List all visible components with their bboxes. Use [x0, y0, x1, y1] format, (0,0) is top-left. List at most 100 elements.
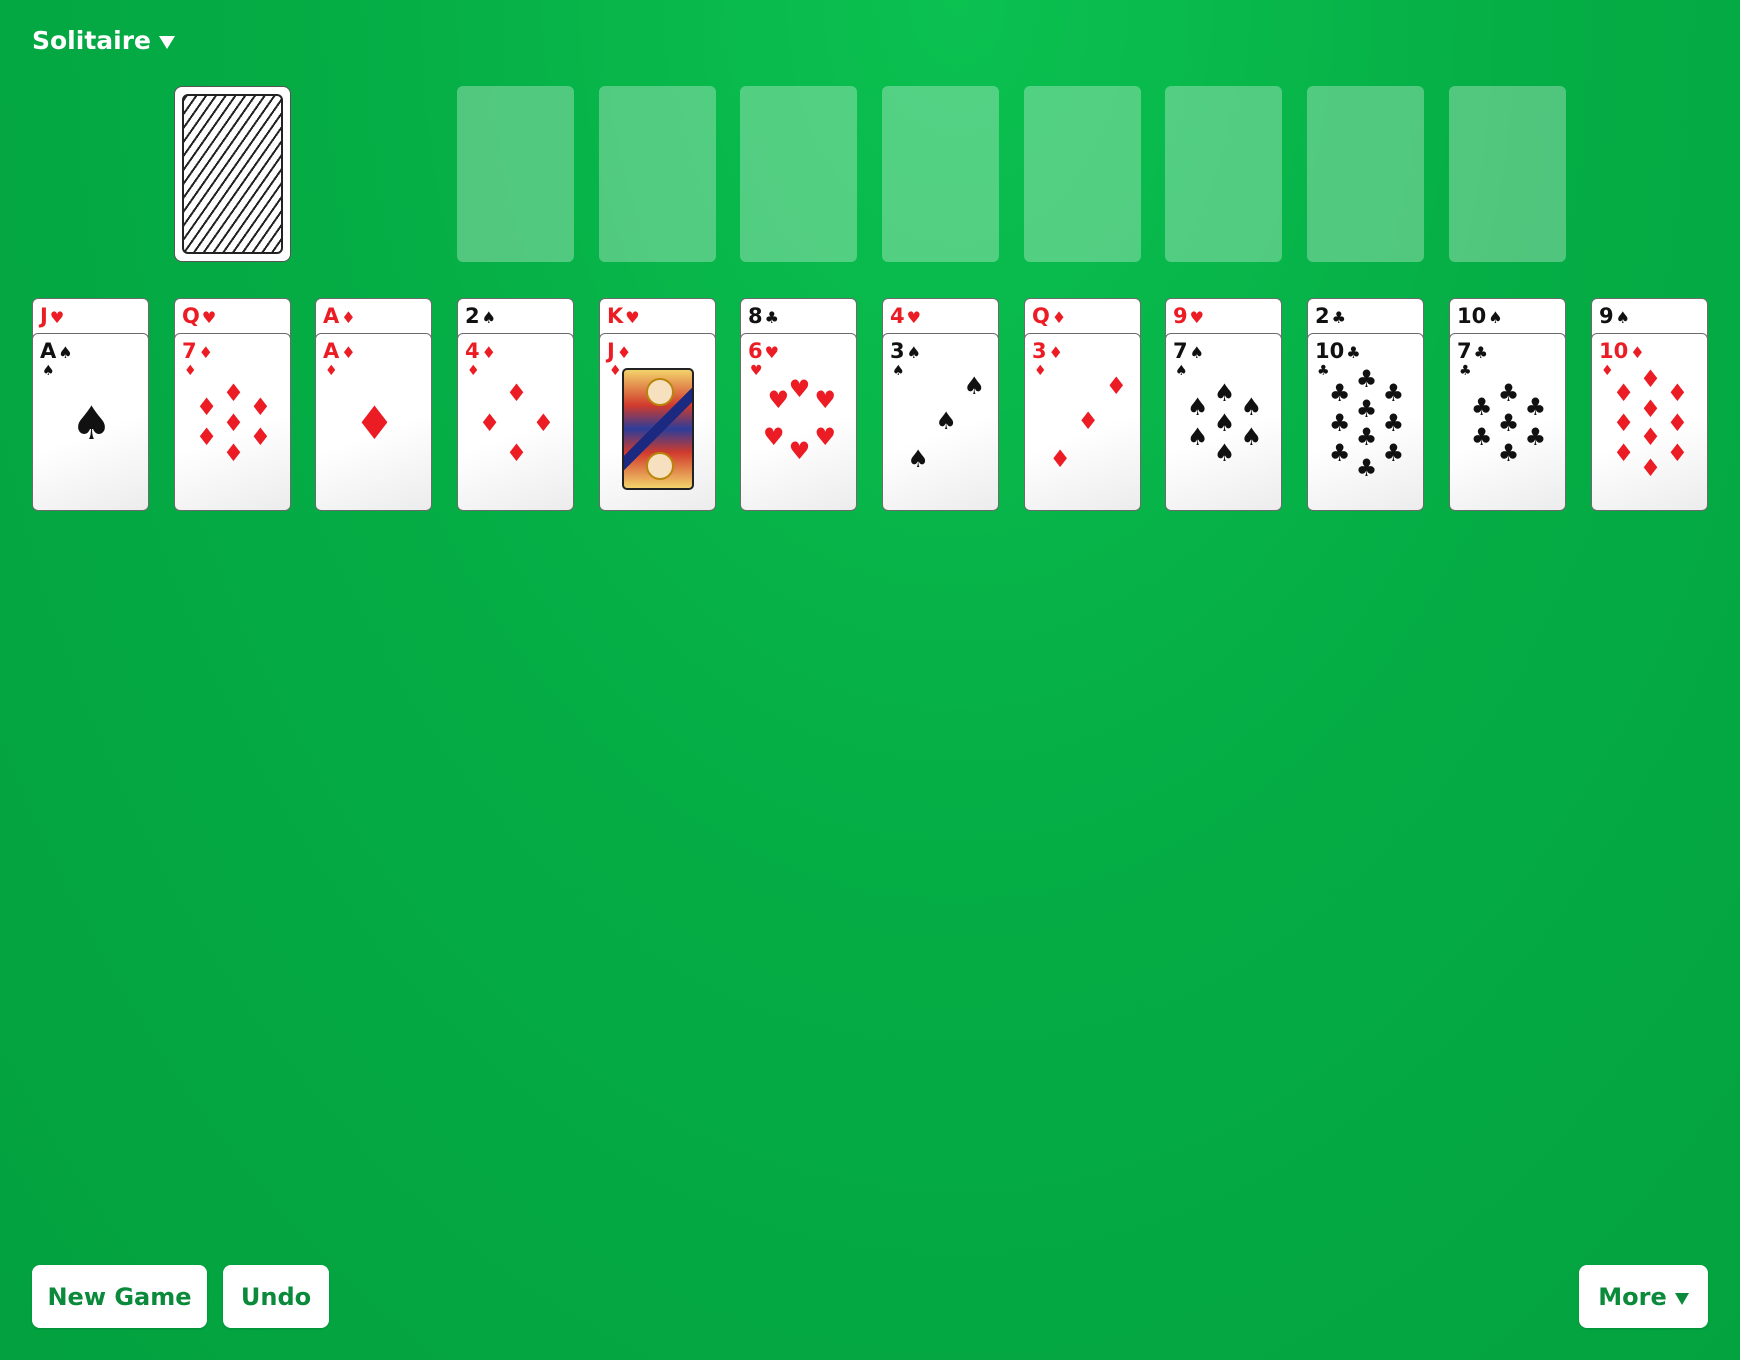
foundation-slot[interactable] — [1165, 86, 1282, 262]
clubs-suit-icon: ♣ — [1317, 363, 1330, 379]
playing-card[interactable]: 7 ♣ ♣ ♣ ♣ ♣ ♣ ♣ ♣ ♣ — [1449, 333, 1566, 511]
card-rank: 9 ♠ — [1599, 305, 1630, 329]
card-rank: 2 ♣ — [1315, 305, 1346, 329]
clubs-pip-icon: ♣ — [1355, 364, 1378, 393]
diamonds-suit-icon: ♦ — [609, 363, 622, 379]
playing-card[interactable]: A ♦ ♦ ♦ — [315, 333, 432, 511]
diamonds-pip-icon: ♦ — [222, 378, 245, 407]
spades-pip-icon: ♠ — [1213, 378, 1236, 407]
hearts-suit-icon: ♥ — [764, 343, 779, 362]
rank-text: A — [323, 339, 340, 363]
foundation-slot[interactable] — [1024, 86, 1141, 262]
playing-card[interactable]: 7 ♠ ♠ ♠ ♠ ♠ ♠ ♠ ♠ ♠ — [1165, 333, 1282, 511]
hearts-pip-icon: ♥ — [788, 375, 811, 404]
card-rank: 2 ♠ — [465, 305, 496, 329]
hearts-suit-icon: ♥ — [201, 308, 217, 327]
game-title: Solitaire — [32, 26, 151, 55]
hearts-suit-icon: ♥ — [625, 308, 640, 327]
spades-suit-icon: ♠ — [42, 363, 55, 379]
diamonds-suit-icon: ♦ — [467, 363, 480, 379]
diamonds-pip-icon: ♦ — [222, 439, 245, 468]
card-rank: 7 ♠ — [1173, 340, 1204, 364]
card-rank: 8 ♣ — [748, 305, 779, 329]
foundation-slot[interactable] — [457, 86, 574, 262]
playing-card[interactable]: 3 ♦ ♦ ♦ ♦ ♦ — [1024, 333, 1141, 511]
card-rank: J ♥ — [40, 305, 64, 329]
diamonds-pip-icon: ♦ — [505, 439, 528, 468]
stock-pile[interactable] — [174, 86, 291, 262]
diamonds-pip-icon: ♦ — [1077, 407, 1099, 436]
clubs-pip-icon: ♣ — [1470, 392, 1493, 421]
clubs-suit-icon: ♣ — [1346, 343, 1361, 362]
rank-text: 3 — [1032, 339, 1047, 363]
foundation-slot[interactable] — [740, 86, 857, 262]
foundation-slot[interactable] — [1307, 86, 1424, 262]
card-rank: Q ♥ — [182, 305, 216, 329]
foundation-slot[interactable] — [882, 86, 999, 262]
rank-text: 4 — [465, 339, 480, 363]
spades-suit-icon: ♠ — [1488, 308, 1503, 327]
diamonds-suit-icon: ♦ — [1048, 343, 1063, 362]
foundation-slot[interactable] — [599, 86, 716, 262]
rank-text: Q — [182, 304, 200, 328]
foundation-slot[interactable] — [1449, 86, 1566, 262]
card-rank: A ♦ — [323, 305, 356, 329]
playing-card[interactable]: J ♦ ♦ — [599, 333, 716, 511]
diamonds-pip-icon: ♦ — [1639, 364, 1662, 393]
game-select-menu[interactable]: Solitaire — [32, 26, 175, 55]
diamonds-suit-icon: ♦ — [1630, 343, 1645, 362]
diamonds-pip-icon: ♦ — [1666, 378, 1689, 407]
rank-text: 9 — [1599, 304, 1614, 328]
diamonds-suit-icon: ♦ — [341, 308, 356, 327]
card-rank: 4 ♥ — [890, 305, 921, 329]
face-card-art — [622, 368, 694, 490]
caret-down-icon — [159, 36, 175, 49]
clubs-pip-icon: ♣ — [1355, 453, 1378, 482]
diamonds-suit-icon: ♦ — [1601, 363, 1614, 379]
playing-card[interactable]: 3 ♠ ♠ ♠ ♠ ♠ — [882, 333, 999, 511]
playing-card[interactable]: 4 ♦ ♦ ♦ ♦ ♦ ♦ — [457, 333, 574, 511]
card-rank: 10 ♠ — [1457, 305, 1503, 329]
diamonds-suit-icon: ♦ — [1034, 363, 1047, 379]
diamonds-suit-icon: ♦ — [616, 343, 632, 362]
diamonds-suit-icon: ♦ — [481, 343, 496, 362]
new-game-button[interactable]: New Game — [32, 1265, 207, 1328]
playing-card[interactable]: 6 ♥ ♥ ♥ ♥ ♥ ♥ ♥ ♥ — [740, 333, 857, 511]
card-rank: 9 ♥ — [1173, 305, 1204, 329]
hearts-pip-icon: ♥ — [762, 423, 785, 452]
diamonds-pip-icon: ♦ — [1639, 394, 1662, 423]
clubs-pip-icon: ♣ — [1328, 409, 1351, 437]
card-rank: 6 ♥ — [748, 340, 779, 364]
face-head — [646, 378, 674, 406]
card-rank: 4 ♦ — [465, 340, 496, 364]
spades-pip-icon: ♠ — [1240, 423, 1263, 452]
playing-card[interactable]: 10 ♣ ♣ ♣ ♣ ♣ ♣ ♣ ♣ ♣ ♣ ♣ ♣ — [1307, 333, 1424, 511]
clubs-pip-icon: ♣ — [1382, 439, 1405, 468]
spades-suit-icon: ♠ — [906, 343, 921, 362]
clubs-pip-icon: ♣ — [1328, 378, 1351, 407]
diamonds-pip-icon: ♦ — [505, 378, 528, 407]
playing-card[interactable]: A ♠ ♠ ♠ — [32, 333, 149, 511]
hearts-pip-icon: ♥ — [814, 423, 836, 452]
undo-button[interactable]: Undo — [223, 1265, 329, 1328]
hearts-suit-icon: ♥ — [49, 308, 65, 327]
diamonds-pip-icon: ♦ — [222, 409, 245, 437]
diamonds-pip-icon: ♦ — [1612, 439, 1635, 468]
card-rank: 3 ♠ — [890, 340, 921, 364]
spades-pip-icon: ♠ — [1213, 439, 1236, 468]
playing-card[interactable]: 7 ♦ ♦ ♦ ♦ ♦ ♦ ♦ ♦ ♦ — [174, 333, 291, 511]
diamonds-suit-icon: ♦ — [184, 363, 197, 379]
spades-pip-icon: ♠ — [1240, 392, 1263, 421]
playing-card[interactable]: 10 ♦ ♦ ♦ ♦ ♦ ♦ ♦ ♦ ♦ ♦ ♦ ♦ — [1591, 333, 1708, 511]
rank-text: 7 — [1457, 339, 1472, 363]
spades-suit-icon: ♠ — [481, 308, 496, 327]
diamonds-suit-icon: ♦ — [341, 343, 356, 362]
clubs-suit-icon: ♣ — [1473, 343, 1488, 362]
rank-text: 10 — [1599, 339, 1629, 363]
diamonds-pip-icon: ♦ — [1666, 439, 1689, 468]
spades-suit-icon: ♠ — [1175, 363, 1188, 379]
spades-suit-icon: ♠ — [1615, 308, 1630, 327]
card-rank: 7 ♦ — [182, 340, 213, 364]
rank-text: 4 — [890, 304, 905, 328]
more-button[interactable]: More — [1579, 1265, 1708, 1328]
